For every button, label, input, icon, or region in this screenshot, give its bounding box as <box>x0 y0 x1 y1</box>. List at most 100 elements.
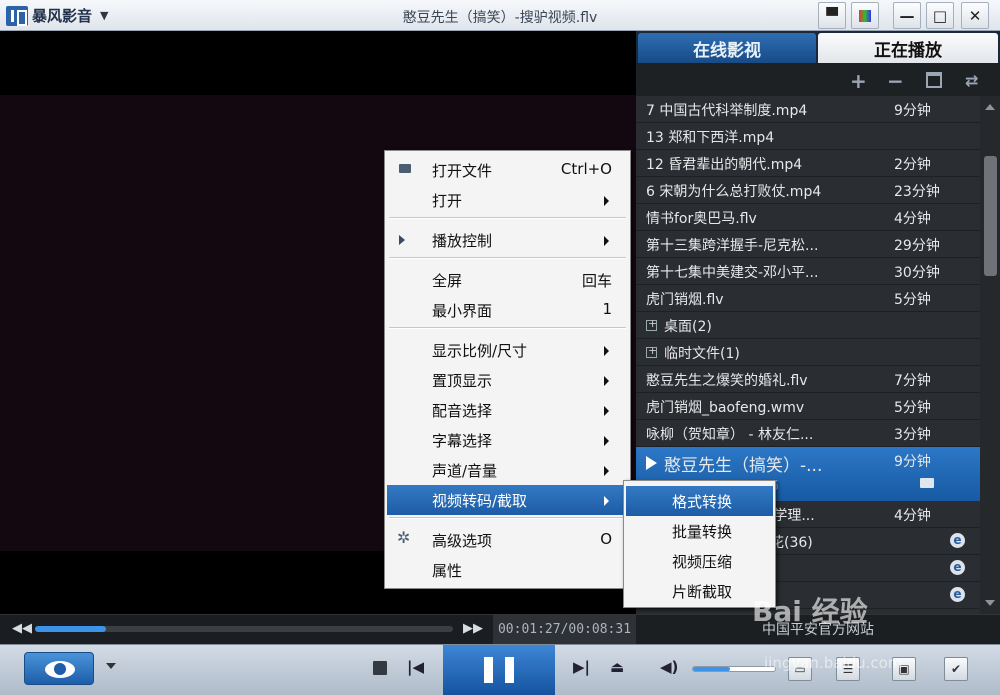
submenu-item-compress[interactable]: 视频压缩 <box>626 546 773 576</box>
next-button[interactable]: ▶| <box>573 658 590 676</box>
menu-item-open-file[interactable]: 打开文件 Ctrl+O <box>387 155 628 185</box>
app-logo-text: 暴风影音 <box>32 7 93 25</box>
skin-button[interactable] <box>851 2 879 29</box>
maximize-icon: □ <box>932 6 948 25</box>
player-window: 暴风影音 ▼ 憨豆先生（搞笑）-搜驴视频.flv ▀ — □ ✕ 在线影视 正在… <box>0 0 1000 695</box>
chevron-right-icon <box>604 236 609 246</box>
menu-item-audio-track[interactable]: 配音选择 <box>387 395 628 425</box>
ie-icon: e <box>950 533 965 548</box>
pause-icon <box>484 657 493 683</box>
stop-button[interactable] <box>373 661 387 675</box>
add-icon[interactable]: + <box>850 69 867 93</box>
list-group[interactable]: 桌面(2) <box>636 312 980 339</box>
ie-icon: e <box>950 560 965 575</box>
app-menu-button[interactable]: 暴风影音 ▼ <box>6 4 108 27</box>
minimize-icon: — <box>899 6 915 25</box>
gear-icon: ✲ <box>397 528 411 547</box>
list-item[interactable]: 咏柳（贺知章） - 林友仁... 3分钟 <box>636 420 980 447</box>
eject-button[interactable]: ⏏ <box>610 658 624 676</box>
menu-item-aspect-ratio[interactable]: 显示比例/尺寸 <box>387 335 628 365</box>
menu-item-mini-mode[interactable]: 最小界面 1 <box>387 295 628 325</box>
chat-button[interactable]: ▀ <box>818 2 846 29</box>
list-item[interactable]: 6 宋朝为什么总打败仗.mp4 23分钟 <box>636 177 980 204</box>
chevron-right-icon <box>604 346 609 356</box>
menu-item-open[interactable]: 打开 <box>387 185 628 215</box>
eye-pupil <box>54 663 66 675</box>
minimize-button[interactable]: — <box>893 2 921 29</box>
window-title: 憨豆先生（搞笑）-搜驴视频.flv <box>402 10 598 26</box>
maximize-button[interactable]: □ <box>926 2 954 29</box>
chevron-down-icon[interactable] <box>106 663 116 669</box>
list-item[interactable]: 第十七集中美建交-邓小平... 30分钟 <box>636 258 980 285</box>
seek-fill <box>35 626 107 632</box>
volume-fill <box>693 667 730 671</box>
fast-forward-icon[interactable]: ▶▶ <box>463 621 483 636</box>
menu-item-always-on-top[interactable]: 置顶显示 <box>387 365 628 395</box>
list-group[interactable]: 临时文件(1) <box>636 339 980 366</box>
menu-item-channel-volume[interactable]: 声道/音量 <box>387 455 628 485</box>
menu-item-playback-control[interactable]: 播放控制 <box>387 225 628 255</box>
title-bar[interactable]: 暴风影音 ▼ 憨豆先生（搞笑）-搜驴视频.flv ▀ — □ ✕ <box>0 0 1000 31</box>
playlist-scrollbar[interactable] <box>980 96 1000 614</box>
check-icon[interactable]: ✔ <box>944 657 968 681</box>
expand-icon[interactable] <box>646 317 657 331</box>
menu-separator <box>389 217 626 219</box>
list-item[interactable]: 7 中国古代科举制度.mp4 9分钟 <box>636 96 980 123</box>
submenu-item-batch-convert[interactable]: 批量转换 <box>626 516 773 546</box>
list-item[interactable]: 虎门销烟_baofeng.wmv 5分钟 <box>636 393 980 420</box>
chevron-down-icon: ▼ <box>100 9 109 22</box>
previous-button[interactable]: |◀ <box>407 658 424 676</box>
submenu-item-format-convert[interactable]: 格式转换 <box>626 486 773 516</box>
trash-icon[interactable] <box>926 72 942 88</box>
chevron-right-icon <box>604 436 609 446</box>
menu-separator <box>389 517 626 519</box>
ie-icon: e <box>950 587 965 602</box>
watermark-url: jingyan.baidu.com <box>764 654 903 672</box>
pause-button[interactable] <box>443 645 555 695</box>
menu-separator <box>389 327 626 329</box>
remove-icon[interactable]: − <box>887 69 904 93</box>
chevron-right-icon <box>604 376 609 386</box>
list-item[interactable]: 第十三集跨洋握手-尼克松... 29分钟 <box>636 231 980 258</box>
menu-item-properties[interactable]: 属性 <box>387 555 628 585</box>
watermark: Bai 经验 <box>752 595 868 628</box>
tab-online-video[interactable]: 在线影视 <box>638 33 816 63</box>
chevron-right-icon <box>604 406 609 416</box>
skin-icon <box>859 9 871 22</box>
context-menu: 打开文件 Ctrl+O 打开 播放控制 全屏 回车 最小界面 1 显示比例/尺寸 置顶… <box>384 150 631 589</box>
chevron-right-icon <box>604 466 609 476</box>
play-icon <box>399 235 405 245</box>
rewind-icon[interactable]: ◀◀ <box>12 621 32 636</box>
scroll-up-icon[interactable] <box>985 104 995 110</box>
scroll-thumb[interactable] <box>984 156 997 276</box>
tab-now-playing[interactable]: 正在播放 <box>818 33 998 63</box>
folder-icon[interactable] <box>920 478 934 488</box>
list-item[interactable]: 12 昏君辈出的朝代.mp4 2分钟 <box>636 150 980 177</box>
submenu-item-clip[interactable]: 片断截取 <box>626 576 773 606</box>
menu-item-advanced[interactable]: ✲ 高级选项 O <box>387 525 628 555</box>
eye-button[interactable] <box>24 652 94 685</box>
menu-separator <box>389 257 626 259</box>
close-icon: ✕ <box>968 6 982 25</box>
chevron-right-icon <box>604 496 609 506</box>
list-item[interactable]: 虎门销烟.flv 5分钟 <box>636 285 980 312</box>
expand-icon[interactable] <box>646 344 657 358</box>
chat-icon: ▀ <box>826 6 838 25</box>
list-item[interactable]: 13 郑和下西洋.mp4 <box>636 123 980 150</box>
menu-item-video-transcode[interactable]: 视频转码/截取 <box>387 485 628 515</box>
time-readout: 00:01:27/00:08:31 <box>493 615 636 645</box>
menu-item-subtitle[interactable]: 字幕选择 <box>387 425 628 455</box>
volume-icon[interactable]: ◀) <box>660 658 678 676</box>
loop-icon[interactable]: ⇄ <box>965 71 978 90</box>
chevron-right-icon <box>604 196 609 206</box>
app-logo-icon <box>6 5 28 26</box>
list-item[interactable]: 憨豆先生之爆笑的婚礼.flv 7分钟 <box>636 366 980 393</box>
playlist-toolbar: + − ⇄ <box>636 63 1000 96</box>
playing-icon <box>646 456 657 470</box>
seek-bar[interactable] <box>35 626 453 632</box>
folder-icon <box>399 164 411 173</box>
list-item[interactable]: 情书for奥巴马.flv 4分钟 <box>636 204 980 231</box>
close-button[interactable]: ✕ <box>961 2 989 29</box>
menu-item-fullscreen[interactable]: 全屏 回车 <box>387 265 628 295</box>
scroll-down-icon[interactable] <box>985 600 995 606</box>
